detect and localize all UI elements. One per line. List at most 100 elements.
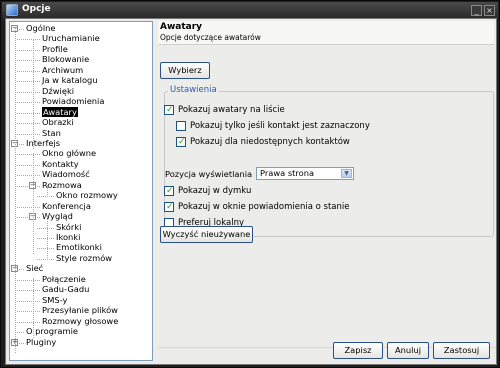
- tree-connector: [17, 112, 40, 114]
- tree-guide-line: [33, 278, 34, 338]
- tree-connector: [17, 102, 40, 104]
- only-if-selected-checkbox[interactable]: [176, 121, 186, 131]
- tree-connector: [17, 60, 40, 62]
- tree-item[interactable]: Konferencja: [42, 201, 91, 212]
- tree-guide-line: [15, 28, 16, 353]
- clear-unused-button[interactable]: Wyczyść nieużywane: [160, 226, 253, 243]
- tree-item[interactable]: Połączenie: [42, 274, 86, 285]
- tree-item[interactable]: Uruchamianie: [42, 33, 100, 44]
- tree-item-label: Ikonki: [56, 232, 81, 242]
- tree-item-label: SMS-y: [42, 294, 68, 305]
- tree-connector: [17, 279, 40, 281]
- tree-guide-line: [47, 216, 48, 258]
- tree-item-label: Stan: [42, 127, 61, 138]
- position-select[interactable]: Prawa strona ▼: [256, 167, 354, 180]
- section-header: Awatary Opcje dotyczące awatarów: [158, 21, 494, 45]
- tree-item[interactable]: Powiadomienia: [42, 96, 104, 107]
- tree-guide-line: [33, 153, 34, 254]
- tree-guide-line: [47, 185, 48, 197]
- tree-item[interactable]: Sieć: [26, 263, 43, 274]
- save-button[interactable]: Zapisz: [333, 342, 383, 359]
- app-icon: [6, 4, 18, 16]
- tree-item[interactable]: Gadu-Gadu: [42, 284, 89, 295]
- tree-item[interactable]: Stan: [42, 128, 61, 139]
- tree-connector: [17, 70, 40, 72]
- minimize-button[interactable]: _: [471, 5, 482, 16]
- tree-item[interactable]: Skórki: [56, 222, 81, 233]
- tree-item-label: Dźwięki: [42, 85, 75, 96]
- position-select-value: Prawa strona: [260, 168, 315, 178]
- tree-item-label: Konferencja: [42, 200, 91, 211]
- options-window: Opcje _ × Ogólne − Uruchamianie Profile Blok…: [0, 0, 500, 368]
- tree-item[interactable]: Kontakty: [42, 159, 79, 170]
- tree-connector: [37, 238, 54, 239]
- tree-item-label: Rozmowy głosowe: [42, 315, 119, 326]
- section-title: Awatary: [160, 22, 203, 32]
- tree-item[interactable]: Obrazki: [42, 117, 74, 128]
- show-unavailable-checkbox[interactable]: [176, 136, 186, 148]
- tree-item-label: Blokowanie: [42, 54, 90, 65]
- tree-connector: [17, 81, 40, 83]
- tree-connector: [17, 154, 40, 156]
- tree-item[interactable]: Rozmowy głosowe: [42, 316, 118, 327]
- tree-connector: [17, 133, 40, 135]
- tree-item-label: Style rozmów: [56, 252, 113, 263]
- title-bar[interactable]: Opcje _ ×: [2, 2, 498, 18]
- tree-connector: [17, 39, 40, 41]
- chevron-down-icon[interactable]: ▼: [341, 169, 352, 178]
- tree-item-label: Skórki: [56, 221, 82, 232]
- show-avatars-list-label: Pokazuj awatary na liście: [178, 105, 285, 115]
- tree-item[interactable]: Wiadomość: [42, 169, 90, 180]
- tree-item[interactable]: Ogólne: [26, 23, 56, 34]
- show-in-notify-checkbox[interactable]: [164, 201, 174, 213]
- tree-item-label: Okno główne: [42, 148, 97, 159]
- tree-item[interactable]: Przesyłanie plików: [42, 305, 118, 316]
- tree-item[interactable]: Ikonki: [56, 232, 80, 243]
- tree-connector: [37, 196, 54, 198]
- tree-connector: [37, 248, 54, 250]
- cancel-button[interactable]: Anuluj: [387, 342, 429, 359]
- tree-item-label: Uruchamianie: [42, 33, 100, 44]
- tree-item-label: Ja w katalogu: [42, 75, 98, 86]
- show-in-notify-label: Pokazuj w oknie powiadomienia o stanie: [178, 202, 350, 212]
- tree-connector: [17, 123, 40, 125]
- tree-item[interactable]: Okno rozmowy: [56, 190, 118, 201]
- close-button[interactable]: ×: [484, 5, 495, 16]
- tree-item[interactable]: Profile: [42, 44, 68, 55]
- tree-item-label: Ogólne: [26, 23, 56, 33]
- options-tree[interactable]: Ogólne − Uruchamianie Profile Blokowanie Arch…: [9, 21, 153, 361]
- tree-item[interactable]: Style rozmów: [56, 253, 112, 264]
- show-in-tooltip-label: Pokazuj w dymku: [178, 186, 252, 196]
- show-in-tooltip-checkbox[interactable]: [164, 185, 174, 197]
- tree-item-label: Pluginy: [26, 336, 57, 347]
- tree-item-label: Obrazki: [42, 117, 74, 128]
- tree-item[interactable]: SMS-y: [42, 295, 67, 306]
- tree-connector: [17, 290, 40, 292]
- tree-item-label: Okno rozmowy: [56, 190, 118, 201]
- tree-connector: [37, 227, 54, 229]
- choose-avatar-button[interactable]: Wybierz: [160, 62, 210, 79]
- tree-item[interactable]: Interfejs: [26, 138, 60, 149]
- tree-item[interactable]: Okno główne: [42, 148, 96, 159]
- tree-item-label: Połączenie: [42, 273, 86, 284]
- tree-connector: [17, 321, 40, 323]
- tree-connector: [17, 164, 40, 166]
- tree-item-label: Emotikonki: [56, 242, 102, 253]
- tree-item[interactable]: Awatary: [42, 106, 78, 118]
- tree-connector: [37, 258, 54, 260]
- tree-item[interactable]: Dźwięki: [42, 86, 74, 97]
- show-avatars-list-checkbox[interactable]: [164, 104, 174, 116]
- tree-item-label: Profile: [42, 43, 68, 54]
- only-if-selected-label: Pokazuj tylko jeśli kontakt jest zaznacz…: [190, 121, 370, 131]
- tree-item[interactable]: Archiwum: [42, 65, 83, 76]
- tree-item[interactable]: Emotikonki: [56, 242, 102, 253]
- tree-item-label: Wiadomość: [42, 169, 90, 180]
- tree-item[interactable]: Blokowanie: [42, 54, 89, 65]
- tree-item[interactable]: Pluginy: [26, 337, 56, 348]
- tree-item-label: Awatary: [42, 106, 78, 117]
- tree-guide-line: [33, 39, 34, 149]
- section-subtitle: Opcje dotyczące awatarów: [160, 33, 261, 42]
- apply-button[interactable]: Zastosuj: [433, 342, 490, 359]
- tree-item[interactable]: Ja w katalogu: [42, 75, 98, 86]
- tree-item-label: Interfejs: [26, 137, 61, 148]
